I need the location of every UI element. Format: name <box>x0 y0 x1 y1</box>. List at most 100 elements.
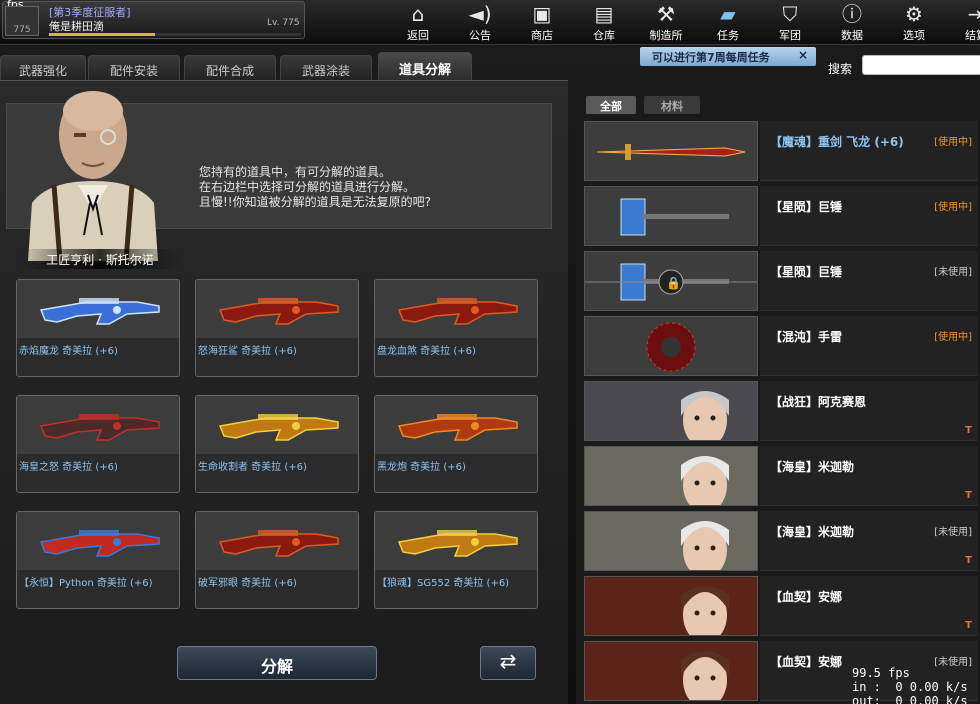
item-info: 【星陨】巨锤 [未使用] <box>760 251 978 311</box>
nav-scroll[interactable]: ▰ 任务 <box>702 0 754 42</box>
decompose-button[interactable]: 分解 <box>177 646 377 680</box>
weapon-image <box>17 512 179 570</box>
nav-label: 仓库 <box>593 29 615 42</box>
inventory-row[interactable]: 🔒 【星陨】巨锤 [未使用] <box>584 251 978 311</box>
speaker-icon: ◄) <box>468 2 492 26</box>
scroll-icon: ▰ <box>720 2 736 26</box>
item-info: 【魔魂】重剑 飞龙 (+6) [使用中] <box>760 121 978 181</box>
weapon-slot[interactable]: 黑龙炮 奇美拉 (+6) <box>374 395 538 493</box>
weapon-name: 海皇之怒 奇美拉 (+6) <box>19 462 118 473</box>
nav-info[interactable]: ⓘ 数据 <box>826 0 878 42</box>
item-info: 【海皇】米迦勒 [未使用] T <box>760 511 978 571</box>
refresh-button[interactable]: ⇄ <box>480 646 536 680</box>
inventory-row[interactable]: 【血契】安娜 T <box>584 576 978 636</box>
item-info: 【血契】安娜 T <box>760 576 978 636</box>
item-name: 【海皇】米迦勒 <box>770 460 855 474</box>
weapon-slot[interactable]: 破军邪眼 奇美拉 (+6) <box>195 511 359 609</box>
nav-label: 商店 <box>531 29 553 42</box>
weapon-name: 怒海狂鲨 奇美拉 (+6) <box>198 346 297 357</box>
inventory-row[interactable]: 【混沌】手雷 [使用中] <box>584 316 978 376</box>
inventory-row[interactable]: 【海皇】米迦勒 T <box>584 446 978 506</box>
weapon-slot[interactable]: 盘龙血煞 奇美拉 (+6) <box>374 279 538 377</box>
weapon-slot[interactable]: 生命收割者 奇美拉 (+6) <box>195 395 359 493</box>
nav-label: 制造所 <box>649 29 683 42</box>
inventory-row[interactable]: 【星陨】巨锤 [使用中] <box>584 186 978 246</box>
trade-mark: T <box>965 620 972 631</box>
item-info: 【海皇】米迦勒 T <box>760 446 978 506</box>
briefcase-icon: ▤ <box>594 2 614 26</box>
search-label: 搜索 <box>828 62 853 76</box>
item-name: 【海皇】米迦勒 <box>770 525 855 539</box>
net-out: out: 0 0.00 k/s <box>852 694 968 704</box>
net-in: in : 0 0.00 k/s <box>852 680 968 694</box>
nav-speaker[interactable]: ◄) 公告 <box>454 0 506 42</box>
item-status: [使用中] <box>934 202 972 213</box>
weapon-slot[interactable]: 【狼魂】SG552 奇美拉 (+6) <box>374 511 538 609</box>
nav-briefcase[interactable]: ▤ 仓库 <box>578 0 630 42</box>
weapon-slot[interactable]: 【永恒】Python 奇美拉 (+6) <box>16 511 180 609</box>
inventory-row[interactable]: 【海皇】米迦勒 [未使用] T <box>584 511 978 571</box>
weapon-name: 【狼魂】SG552 奇美拉 (+6) <box>377 578 510 589</box>
weapon-name: 盘龙血煞 奇美拉 (+6) <box>377 346 476 357</box>
game-screen: fps 775 [第3季度征服者] 俺是耕田滴 Lv. 775 ⌂ 返回 ◄) 公告 ▣… <box>0 0 980 704</box>
nav-label: 公告 <box>469 29 491 42</box>
item-thumbnail <box>584 316 758 376</box>
nav-shop[interactable]: ▣ 商店 <box>516 0 568 42</box>
item-info: 【混沌】手雷 [使用中] <box>760 316 978 376</box>
npc-name: 工匠亨利 · 斯托尔诺 <box>20 249 180 269</box>
nav-exit[interactable]: ⇥ 结算 <box>950 0 980 42</box>
trade-mark: T <box>965 490 972 501</box>
svg-text:🔒: 🔒 <box>666 276 681 290</box>
tab-3[interactable]: 武器涂装 <box>280 55 372 80</box>
weapon-image <box>196 512 358 570</box>
nav-gear[interactable]: ⚙ 选项 <box>888 0 940 42</box>
trade-mark: T <box>965 425 972 436</box>
weapon-image <box>196 280 358 338</box>
inventory-row[interactable]: 【魔魂】重剑 飞龙 (+6) [使用中] <box>584 121 978 181</box>
nav-label: 数据 <box>841 29 863 42</box>
item-info: 【战狂】阿克赛恩 T <box>760 381 978 441</box>
player-profile[interactable]: fps 775 [第3季度征服者] 俺是耕田滴 Lv. 775 <box>2 0 305 39</box>
info-icon: ⓘ <box>842 2 862 26</box>
item-thumbnail: 🔒 <box>584 251 758 311</box>
item-status: [未使用] <box>934 267 972 278</box>
tab-1[interactable]: 配件安装 <box>88 55 180 80</box>
tab-2[interactable]: 配件合成 <box>184 55 276 80</box>
close-icon[interactable]: × <box>798 48 808 62</box>
inventory-tab-0[interactable]: 全部 <box>586 96 636 114</box>
weapon-image <box>375 512 537 570</box>
weapon-slot[interactable]: 赤焰魔龙 奇美拉 (+6) <box>16 279 180 377</box>
nav-home[interactable]: ⌂ 返回 <box>392 0 444 42</box>
xp-fill <box>49 33 155 36</box>
inventory-tab-1[interactable]: 材料 <box>644 96 700 114</box>
item-status: [未使用] <box>934 527 972 538</box>
fps-readout: 99.5 fps <box>852 666 910 680</box>
nav-shield[interactable]: ⛉ 军团 <box>764 0 816 42</box>
tab-4[interactable]: 道具分解 <box>378 52 472 80</box>
nav-label: 结算 <box>965 29 980 42</box>
item-thumbnail <box>584 511 758 571</box>
dialog-line: 且慢!!你知道被分解的道具是无法复原的吧? <box>199 195 431 209</box>
decompose-panel: 您持有的道具中，有可分解的道具。 在右边栏中选择可分解的道具进行分解。 且慢!!… <box>0 80 568 704</box>
weapon-name: 赤焰魔龙 奇美拉 (+6) <box>19 346 118 357</box>
weapon-name: 黑龙炮 奇美拉 (+6) <box>377 462 466 473</box>
item-status: [使用中] <box>934 332 972 343</box>
rank-badge: 775 <box>5 6 39 36</box>
home-icon: ⌂ <box>411 2 425 26</box>
item-name: 【血契】安娜 <box>770 590 843 604</box>
weapon-name: 生命收割者 奇美拉 (+6) <box>198 462 307 473</box>
player-level: Lv. 775 <box>267 18 300 28</box>
tab-0[interactable]: 武器强化 <box>0 55 86 80</box>
weapon-slot[interactable]: 海皇之怒 奇美拉 (+6) <box>16 395 180 493</box>
nav-hammer[interactable]: ⚒ 制造所 <box>640 0 692 42</box>
weapon-slot[interactable]: 怒海狂鲨 奇美拉 (+6) <box>195 279 359 377</box>
item-name: 【战狂】阿克赛恩 <box>770 395 867 409</box>
weapon-image <box>375 280 537 338</box>
inventory-row[interactable]: 【战狂】阿克赛恩 T <box>584 381 978 441</box>
weekly-task-notice[interactable]: 可以进行第7周每周任务 × <box>640 47 816 66</box>
weapon-image <box>196 396 358 454</box>
search-input[interactable] <box>862 55 980 75</box>
item-thumbnail <box>584 186 758 246</box>
item-thumbnail <box>584 446 758 506</box>
nav-label: 任务 <box>717 29 739 42</box>
